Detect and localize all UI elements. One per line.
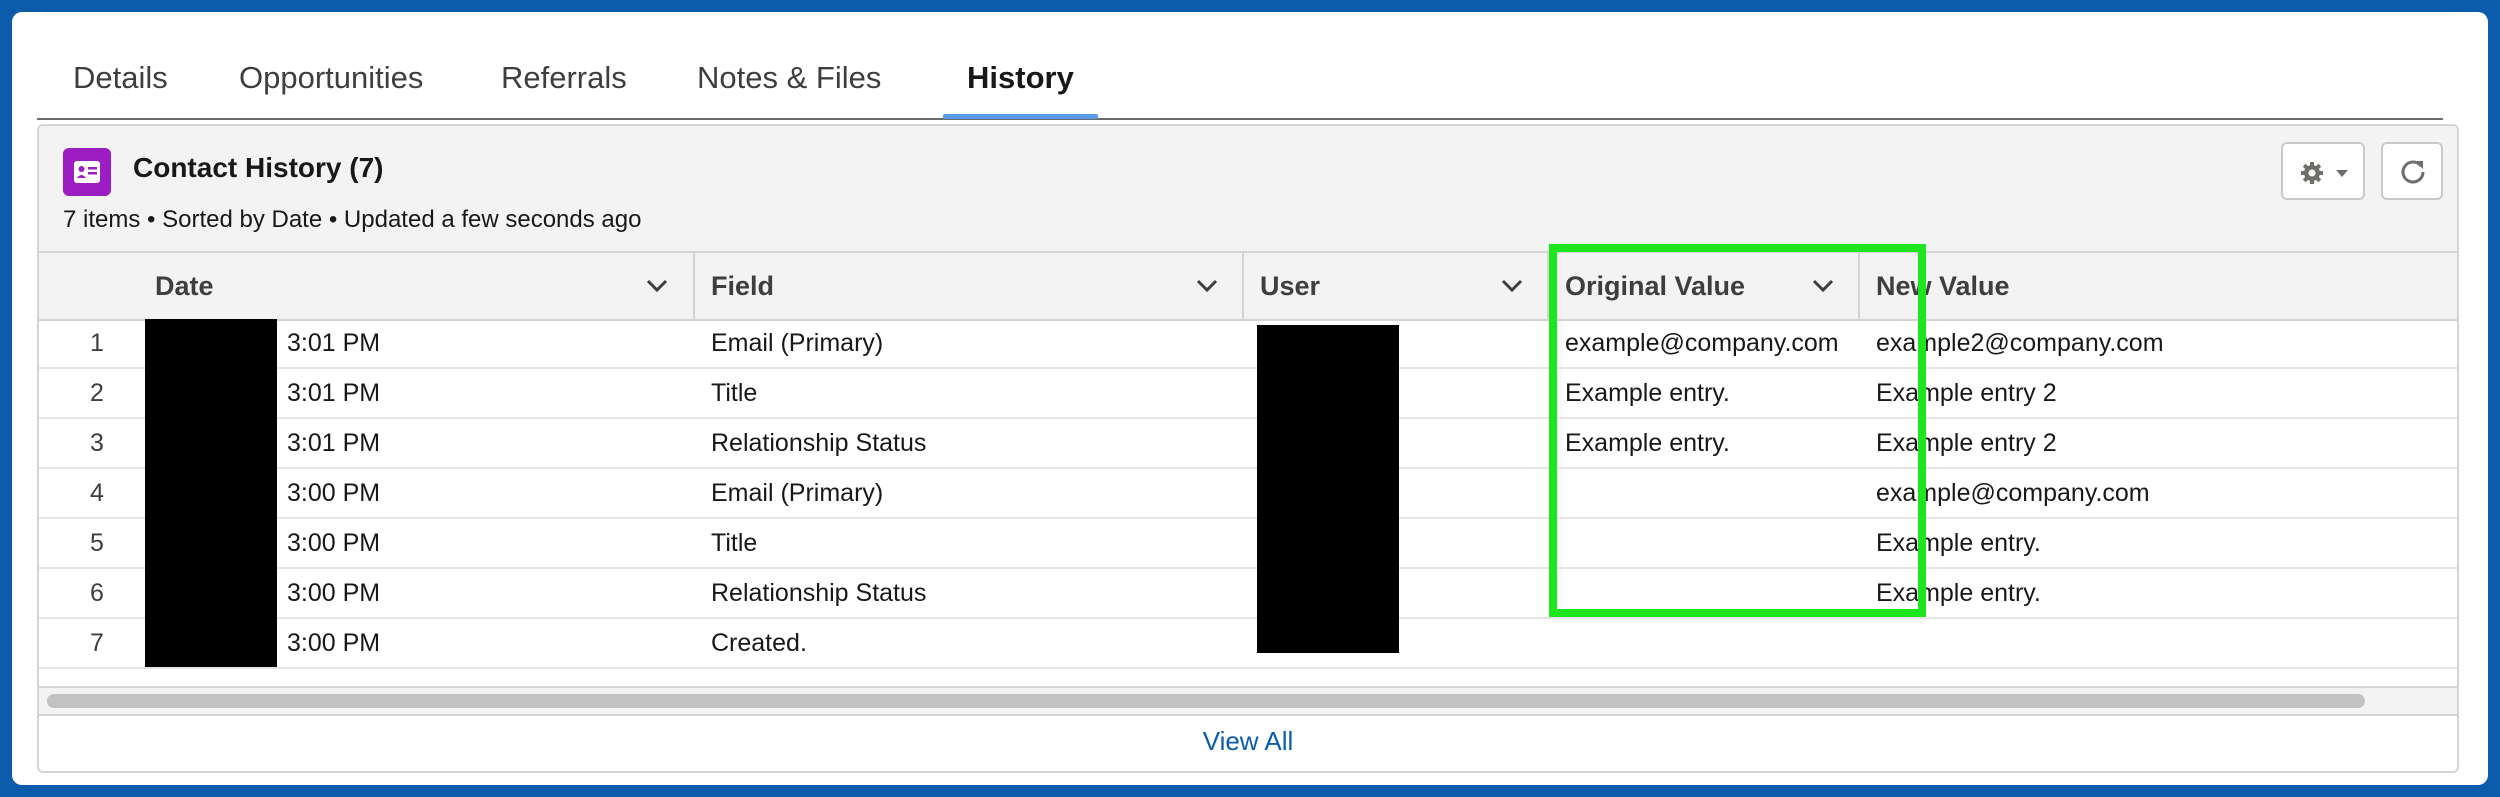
chevron-down-icon[interactable] bbox=[1500, 275, 1524, 297]
column-header-original-value[interactable]: Original Value bbox=[1549, 253, 1860, 319]
tab-details[interactable]: Details bbox=[73, 60, 168, 96]
cell-new-value: Example entry. bbox=[1876, 579, 2041, 607]
card-header: Contact History (7) 7 items • Sorted by … bbox=[39, 126, 2457, 251]
cell-new-value: example@company.com bbox=[1876, 479, 2150, 507]
table-row[interactable]: 2 3:01 PM Title Example entry. Example entry… bbox=[39, 369, 2457, 419]
cell-new-value: Example entry 2 bbox=[1876, 379, 2057, 407]
refresh-icon bbox=[2401, 160, 2425, 184]
cell-time: 3:00 PM bbox=[287, 579, 381, 607]
column-label-new-value: New Value bbox=[1876, 271, 2010, 301]
column-label-original-value: Original Value bbox=[1565, 271, 1746, 301]
cell-time: 3:01 PM bbox=[287, 329, 381, 357]
table-row[interactable]: 5 3:00 PM Title Example entry. bbox=[39, 519, 2457, 569]
cell-field: Relationship Status bbox=[711, 579, 927, 607]
row-number: 3 bbox=[90, 429, 104, 457]
redacted-user-block bbox=[1257, 325, 1399, 653]
tab-bar: Details Opportunities Referrals Notes & … bbox=[37, 42, 2443, 120]
cell-field: Email (Primary) bbox=[711, 479, 884, 507]
redacted-date-block bbox=[145, 319, 277, 667]
row-number: 2 bbox=[90, 379, 104, 407]
history-card: Contact History (7) 7 items • Sorted by … bbox=[37, 124, 2459, 773]
row-number: 6 bbox=[90, 579, 104, 607]
row-number: 4 bbox=[90, 479, 104, 507]
table-row[interactable]: 1 3:01 PM Email (Primary) example@company.c… bbox=[39, 319, 2457, 369]
card-title: Contact History (7) bbox=[133, 152, 384, 183]
cell-new-value: Example entry 2 bbox=[1876, 429, 2057, 457]
chevron-down-icon[interactable] bbox=[1195, 275, 1219, 297]
row-number: 7 bbox=[90, 629, 104, 657]
cell-original-value: Example entry. bbox=[1565, 429, 1730, 457]
column-header-date[interactable]: Date bbox=[39, 253, 695, 319]
scrollbar-thumb[interactable] bbox=[47, 694, 2365, 708]
cell-time: 3:01 PM bbox=[287, 429, 381, 457]
active-tab-indicator bbox=[943, 114, 1098, 119]
cell-time: 3:00 PM bbox=[287, 629, 381, 657]
table-row[interactable]: 7 3:00 PM Created. bbox=[39, 619, 2457, 669]
cell-field: Relationship Status bbox=[711, 429, 927, 457]
caret-down-icon bbox=[2336, 170, 2348, 177]
card-meta: 7 items • Sorted by Date • Updated a few… bbox=[63, 206, 642, 233]
cell-time: 3:00 PM bbox=[287, 479, 381, 507]
cell-field: Title bbox=[711, 529, 758, 557]
gear-icon bbox=[2301, 162, 2323, 184]
column-header-user[interactable]: User bbox=[1244, 253, 1549, 319]
column-label-field: Field bbox=[711, 271, 775, 301]
settings-menu-button[interactable] bbox=[2281, 142, 2365, 200]
cell-field: Email (Primary) bbox=[711, 329, 884, 357]
tab-notes-files[interactable]: Notes & Files bbox=[697, 60, 881, 96]
cell-time: 3:00 PM bbox=[287, 529, 381, 557]
chevron-down-icon[interactable] bbox=[645, 275, 669, 297]
cell-new-value: example2@company.com bbox=[1876, 329, 2164, 357]
tab-referrals[interactable]: Referrals bbox=[501, 60, 627, 96]
contact-card-icon bbox=[63, 148, 111, 196]
column-label-date: Date bbox=[155, 271, 214, 301]
column-header-field[interactable]: Field bbox=[695, 253, 1244, 319]
row-number: 5 bbox=[90, 529, 104, 557]
table-row[interactable]: 6 3:00 PM Relationship Status Example entry… bbox=[39, 569, 2457, 619]
table-row[interactable]: 4 3:00 PM Email (Primary) example@company.c… bbox=[39, 469, 2457, 519]
refresh-button[interactable] bbox=[2381, 142, 2443, 200]
page: Details Opportunities Referrals Notes & … bbox=[12, 12, 2488, 785]
column-label-user: User bbox=[1260, 271, 1321, 301]
cell-original-value: Example entry. bbox=[1565, 379, 1730, 407]
table-row[interactable]: 3 3:01 PM Relationship Status Example entry… bbox=[39, 419, 2457, 469]
chevron-down-icon[interactable] bbox=[1811, 275, 1835, 297]
row-number: 1 bbox=[90, 329, 104, 357]
tab-history[interactable]: History bbox=[967, 60, 1074, 96]
cell-field: Title bbox=[711, 379, 758, 407]
table-header: Date Field User Original Value New Value bbox=[39, 251, 2457, 321]
view-all-link[interactable]: View All bbox=[39, 712, 2457, 770]
cell-time: 3:01 PM bbox=[287, 379, 381, 407]
cell-new-value: Example entry. bbox=[1876, 529, 2041, 557]
cell-field: Created. bbox=[711, 629, 807, 657]
cell-original-value: example@company.com bbox=[1565, 329, 1839, 357]
column-header-new-value[interactable]: New Value bbox=[1860, 253, 2457, 319]
tab-opportunities[interactable]: Opportunities bbox=[239, 60, 423, 96]
